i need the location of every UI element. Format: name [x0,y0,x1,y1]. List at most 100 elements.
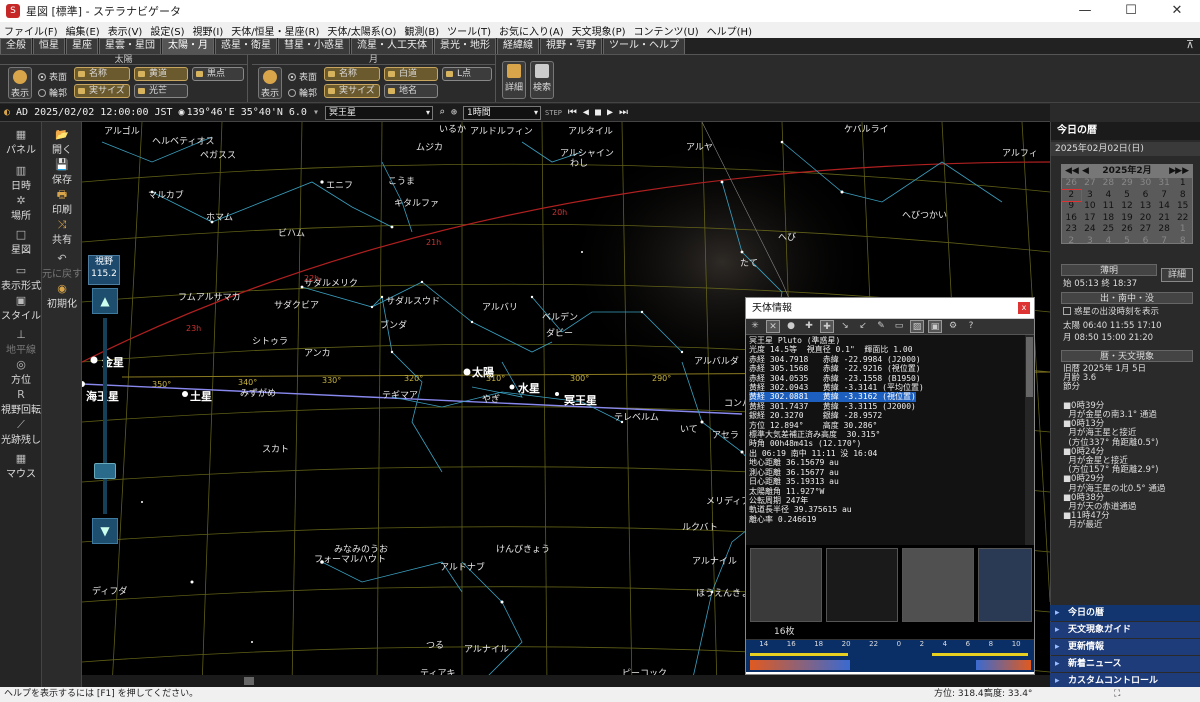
menu-edit[interactable]: 編集(E) [62,23,104,38]
share-button[interactable]: ⤨ 共有 [42,218,82,246]
lpoint-toggle[interactable]: L点 [442,67,492,81]
scroll-thumb[interactable] [244,677,254,685]
pin-icon[interactable]: ⊼ [1186,38,1194,51]
maximize-button[interactable]: ☐ [1108,0,1154,22]
menu-view[interactable]: 表示(V) [104,23,147,38]
moon-name-toggle[interactable]: 名称 [324,67,380,81]
zoom-handle[interactable] [94,463,116,479]
planet-filter-icon[interactable]: ● [784,320,798,333]
target-icon[interactable]: ⊕ [451,107,457,118]
calendar-day[interactable]: 6 [1136,190,1155,202]
calendar-day[interactable]: 28 [1155,224,1174,236]
menu-phenomena[interactable]: 天文現象(P) [568,23,630,38]
photo-thumbnail[interactable] [750,548,822,622]
calendar-day[interactable]: 15 [1173,201,1192,213]
photo-thumbnail[interactable] [978,548,1032,622]
calendar-day[interactable]: 30 [1136,178,1155,190]
cross-icon[interactable]: ✚ [802,320,816,333]
step-back-icon[interactable]: ◀ [583,107,589,118]
menu-favorites[interactable]: お気に入り(A) [495,23,568,38]
link-phenomena-guide[interactable]: 天文現象ガイド [1050,622,1200,638]
sun-filter-icon[interactable]: ✳ [748,320,762,333]
sun-flare-toggle[interactable]: 光芒 [134,84,188,98]
datetime-field[interactable]: 2025/02/02 12:00:00 [34,107,148,118]
calendar-day[interactable]: 23 [1062,224,1081,236]
tab-nebulae[interactable]: 星雲・星団 [99,38,161,54]
undo-button[interactable]: ↶ 元に戻す [42,252,82,280]
clock-icon[interactable]: ◐ [4,107,10,118]
tab-planets[interactable]: 惑星・衛星 [215,38,277,54]
calendar-day[interactable]: 5 [1118,190,1137,202]
calendar-day[interactable]: 20 [1136,213,1155,225]
minimize-button[interactable]: — [1062,0,1108,22]
menu-solarsystem[interactable]: 天体/太陽系(O) [323,23,400,38]
info-scrollbar[interactable] [1025,335,1034,545]
calendar-day[interactable]: 27 [1081,178,1100,190]
menu-fov[interactable]: 視野(I) [189,23,228,38]
photo-thumbnail[interactable] [902,548,974,622]
sun-ecliptic-toggle[interactable]: 黄道 [134,67,188,81]
map-horizontal-scrollbar[interactable] [82,675,1050,687]
mouse-button[interactable]: ▦ マウス [0,452,42,480]
longitude[interactable]: 139°46'E [187,107,235,118]
calendar-day[interactable]: 9 [1062,201,1081,213]
calendar-day[interactable]: 1 [1173,224,1192,236]
reset-button[interactable]: ◉ 初期化 [42,282,82,310]
zoom-track[interactable] [103,318,107,514]
horizon-button[interactable]: ⊥ 地平線 [0,328,42,356]
detail-button[interactable]: 詳細 [502,61,526,99]
star-filter-icon[interactable]: ✕ [766,320,780,333]
sun-show-button[interactable]: 表示 [8,67,32,99]
moon-placename-toggle[interactable]: 地名 [384,84,438,98]
calendar-day[interactable]: 10 [1081,201,1100,213]
menu-tools[interactable]: ツール(T) [443,23,495,38]
settings-icon[interactable]: ⚙ [946,320,960,333]
calendar-day[interactable]: 28 [1099,178,1118,190]
tab-general[interactable]: 全般 [0,38,32,54]
tab-comets[interactable]: 彗星・小惑星 [278,38,350,54]
moon-realsize-toggle[interactable]: 実サイズ [324,84,380,98]
sun-name-toggle[interactable]: 名称 [74,67,130,81]
planet-rise-checkbox[interactable]: 惑星の出没時刻を表示 [1063,305,1159,317]
timezone[interactable]: JST [154,107,172,118]
starmap-button[interactable]: □ 星図 [0,228,42,256]
moon-surface-radio[interactable]: 表面 [288,70,317,83]
help-icon[interactable]: ? [964,320,978,333]
find-icon[interactable]: ⌕ [439,107,445,118]
close-button[interactable]: ✕ [1154,0,1200,22]
calendar-day[interactable]: 16 [1062,213,1081,225]
sun-surface-radio[interactable]: 表面 [38,70,67,83]
twilight-detail-button[interactable]: 詳細 [1161,268,1193,282]
display-format-button[interactable]: ▭ 表示形式 [0,264,42,292]
link-today[interactable]: 今日の暦 [1050,605,1200,621]
sun-outline-radio[interactable]: 輪郭 [38,86,67,99]
zoom-in-button[interactable]: ▲ [92,288,118,314]
calendar-day[interactable]: 14 [1155,201,1174,213]
calendar-day[interactable]: 11 [1099,201,1118,213]
prev-month-icon[interactable]: ◀ [1082,165,1089,178]
image-icon[interactable]: ▨ [910,320,924,333]
style-button[interactable]: ▣ スタイル [0,294,42,322]
visibility-timeline[interactable]: 14 16 18 20 22 0 2 4 6 8 10 [746,639,1034,672]
rotate-view-button[interactable]: R 視野回転 [0,388,42,416]
sun-realsize-toggle[interactable]: 実サイズ [74,84,130,98]
tab-scenery[interactable]: 景光・地形 [434,38,496,54]
info-scroll-thumb[interactable] [1026,337,1033,397]
era[interactable]: AD [16,107,28,118]
rewind-fast-icon[interactable]: ⏮ [568,107,577,118]
zoom-out-button[interactable]: ▼ [92,518,118,544]
calendar-day[interactable]: 3 [1081,236,1100,248]
calendar-day[interactable]: 4 [1099,236,1118,248]
moon-show-button[interactable]: 表示 [258,67,282,99]
forward-fast-icon[interactable]: ⏭ [619,107,628,118]
zoom-slider[interactable]: ▲ ▼ [92,288,118,548]
calendar-day[interactable]: 2 [1062,236,1081,248]
location-icon[interactable]: ◉ [179,107,185,118]
fullscreen-icon[interactable]: ⛶ [1114,687,1120,702]
next-year-icon[interactable]: ▶▶ [1175,165,1189,178]
menu-stars[interactable]: 天体/恒星・星座(R) [227,23,323,38]
calendar-day[interactable]: 22 [1173,213,1192,225]
tab-sun-moon[interactable]: 太陽・月 [162,38,214,54]
calendar-day[interactable]: 8 [1173,190,1192,202]
trail-button[interactable]: ⟋ 光跡残し [0,418,42,446]
